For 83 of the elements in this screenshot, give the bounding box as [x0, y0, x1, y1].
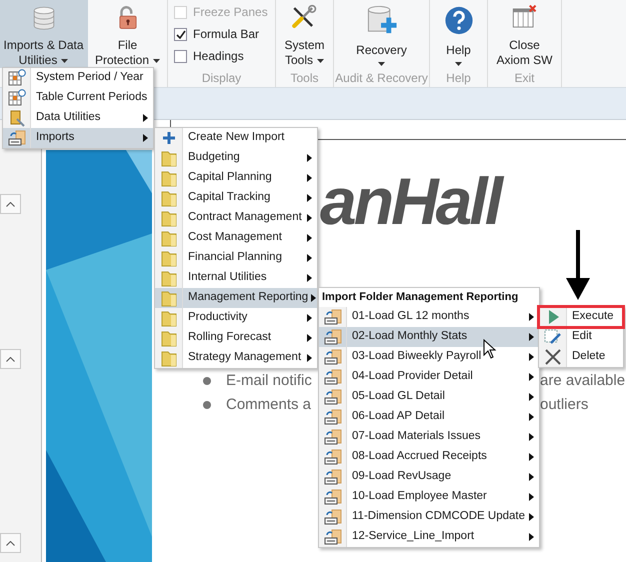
menu-item[interactable]: Execute: [539, 307, 623, 327]
chevron-up-icon: [6, 540, 15, 546]
delete-icon: [544, 348, 562, 366]
menu-item[interactable]: Imports: [3, 128, 153, 148]
menu-item[interactable]: 09-Load RevUsage: [319, 467, 539, 487]
import-icon: [324, 468, 342, 486]
ribbon-button[interactable]: Help: [438, 0, 480, 68]
collapse-button[interactable]: [0, 349, 21, 369]
menu-item[interactable]: 07-Load Materials Issues: [319, 427, 539, 447]
bullet-text: E-mail notific: [226, 372, 312, 390]
chevron-up-icon: [6, 202, 15, 206]
import-icon: [324, 368, 342, 386]
group-label: Exit: [514, 70, 534, 87]
calendar-clock-icon: [8, 89, 26, 107]
import-icon: [324, 508, 342, 526]
menu-item[interactable]: Capital Tracking: [155, 188, 317, 208]
import-icon: [324, 528, 342, 546]
ribbon-button[interactable]: Close Axiom SW: [492, 0, 556, 68]
menu-item[interactable]: 05-Load GL Detail: [319, 387, 539, 407]
annotation-arrow: [566, 230, 590, 300]
ribbon-button[interactable]: File Protection: [90, 0, 164, 68]
menu-item[interactable]: 10-Load Employee Master: [319, 487, 539, 507]
menu-item[interactable]: 02-Load Monthly Stats: [319, 327, 539, 347]
folder-icon: [160, 309, 178, 327]
import-icon: [324, 448, 342, 466]
import-icon: [324, 348, 342, 366]
mouse-cursor-icon: [483, 339, 497, 359]
import-icon: [324, 408, 342, 426]
collapse-button[interactable]: [0, 533, 21, 553]
import-icon: [324, 308, 342, 326]
menu-item[interactable]: Contract Management: [155, 208, 317, 228]
import-icon: [324, 328, 342, 346]
chevron-up-icon: [6, 356, 15, 362]
menu-item[interactable]: 04-Load Provider Detail: [319, 367, 539, 387]
menu-item[interactable]: Financial Planning: [155, 248, 317, 268]
group-label: Tools: [290, 70, 318, 87]
menu-item[interactable]: 11-Dimension CDMCODE Update: [319, 507, 539, 527]
menu-item[interactable]: Management Reporting: [155, 288, 317, 308]
menu-item[interactable]: Strategy Management: [155, 348, 317, 368]
folder-icon: [160, 189, 178, 207]
menu-item[interactable]: Productivity: [155, 308, 317, 328]
menu-item[interactable]: Edit: [539, 327, 623, 347]
edit-icon: [544, 328, 562, 346]
folder-icon: [160, 209, 178, 227]
folder-icon: [160, 149, 178, 167]
bullet-text: are available: [540, 372, 626, 390]
menu-item[interactable]: Create New Import: [155, 128, 317, 148]
folder-icon: [160, 169, 178, 187]
menu-item[interactable]: Table Current Periods: [3, 88, 153, 108]
ribbon-button[interactable]: Recovery: [352, 0, 411, 68]
folder-icon: [160, 249, 178, 267]
menu-header: Import Folder Management Reporting: [321, 290, 520, 306]
menu-item[interactable]: 08-Load Accrued Receipts: [319, 447, 539, 467]
menu-item[interactable]: Cost Management: [155, 228, 317, 248]
folder-icon: [160, 329, 178, 347]
folder-icon: [160, 269, 178, 287]
checkbox[interactable]: Headings: [174, 45, 275, 67]
collapse-button[interactable]: [0, 194, 21, 214]
ribbon-button[interactable]: System Tools: [280, 0, 328, 68]
folder-icon: [160, 229, 178, 247]
menu-item[interactable]: 06-Load AP Detail: [319, 407, 539, 427]
menu-item[interactable]: Rolling Forecast: [155, 328, 317, 348]
bullet-text: Comments a: [226, 396, 312, 414]
folder-icon: [160, 349, 178, 367]
checkbox[interactable]: Formula Bar: [174, 23, 275, 45]
menu-item[interactable]: System Period / Year: [3, 68, 153, 88]
ribbon-button[interactable]: Imports & Data Utilities: [0, 0, 88, 68]
checkmark-icon: [176, 30, 186, 38]
group-label: Audit & Recovery: [335, 70, 428, 87]
logo: anHall: [320, 166, 500, 236]
menu-item[interactable]: Delete: [539, 347, 623, 367]
menu-item[interactable]: Capital Planning: [155, 168, 317, 188]
group-label: Display: [202, 70, 242, 87]
utilities-icon: [8, 109, 26, 127]
import-icon: [324, 428, 342, 446]
import-icon: [8, 129, 26, 147]
menu-item[interactable]: Budgeting: [155, 148, 317, 168]
bullet-text: outliers: [540, 396, 588, 414]
folder-icon: [160, 289, 178, 307]
group-label: Help: [446, 70, 471, 87]
menu-item[interactable]: 12-Service_Line_Import: [319, 527, 539, 547]
import-icon: [324, 388, 342, 406]
import-icon: [324, 488, 342, 506]
